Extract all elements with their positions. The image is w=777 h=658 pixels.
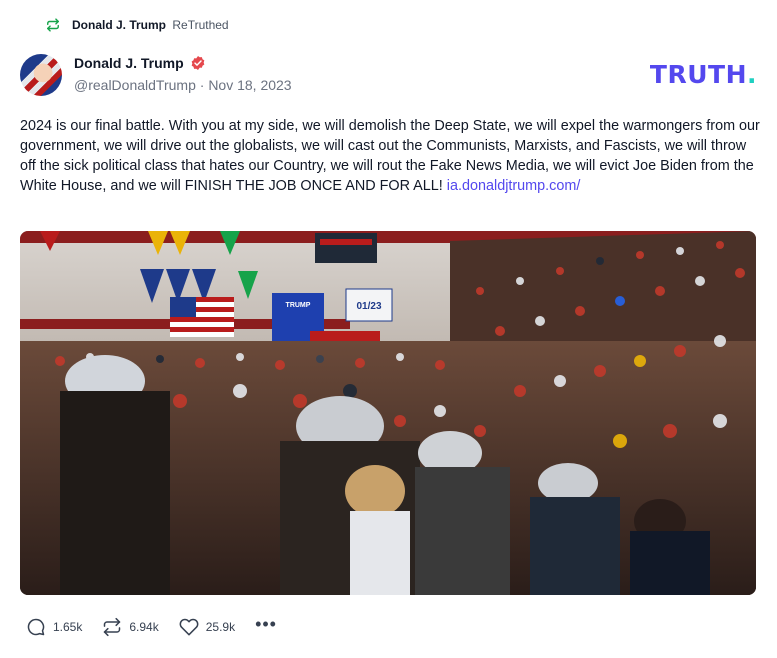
like-button[interactable]: 25.9k (179, 617, 235, 637)
truth-logo-dot: . (747, 60, 757, 89)
post-image[interactable]: TRUMP 01/23 (20, 231, 756, 595)
reply-count: 1.65k (53, 620, 83, 634)
retruth-author-name[interactable]: Donald J. Trump (72, 18, 166, 32)
author-handle[interactable]: @realDonaldTrump (74, 77, 196, 93)
truth-logo-text: TRUTH (649, 60, 747, 89)
author-meta: @realDonaldTrump · Nov 18, 2023 (74, 77, 292, 93)
reply-icon (26, 617, 46, 637)
post-link[interactable]: ia.donaldjtrump.com/ (447, 178, 581, 194)
post-date[interactable]: Nov 18, 2023 (208, 77, 291, 93)
more-options-button[interactable]: ••• (255, 615, 277, 635)
avatar[interactable] (20, 54, 62, 96)
rally-photo: TRUMP 01/23 (20, 231, 756, 595)
retruth-button[interactable]: 6.94k (102, 617, 159, 637)
post-body: 2024 is our final battle. With you at my… (20, 118, 760, 194)
retruth-label: ReTruthed (172, 18, 229, 32)
post-actions: 1.65k 6.94k 25.9k ••• (26, 615, 277, 637)
truth-logo[interactable]: TRUTH. (650, 60, 757, 89)
post-text: 2024 is our final battle. With you at my… (20, 116, 760, 196)
rally-sign: TRUMP (286, 302, 311, 309)
author-name[interactable]: Donald J. Trump (74, 55, 184, 71)
like-count: 25.9k (205, 620, 236, 634)
rally-banner: 01/23 (356, 301, 381, 312)
author-block: Donald J. Trump @realDonaldTrump · Nov 1… (74, 55, 292, 93)
verified-badge-icon (190, 55, 206, 71)
retruth-action-icon (102, 617, 122, 637)
retruth-count: 6.94k (129, 620, 159, 634)
retruth-header: Donald J. Trump ReTruthed (46, 18, 229, 32)
retruth-icon (46, 18, 60, 32)
reply-button[interactable]: 1.65k (26, 617, 82, 637)
heart-icon (179, 617, 199, 637)
meta-separator: · (199, 77, 205, 93)
